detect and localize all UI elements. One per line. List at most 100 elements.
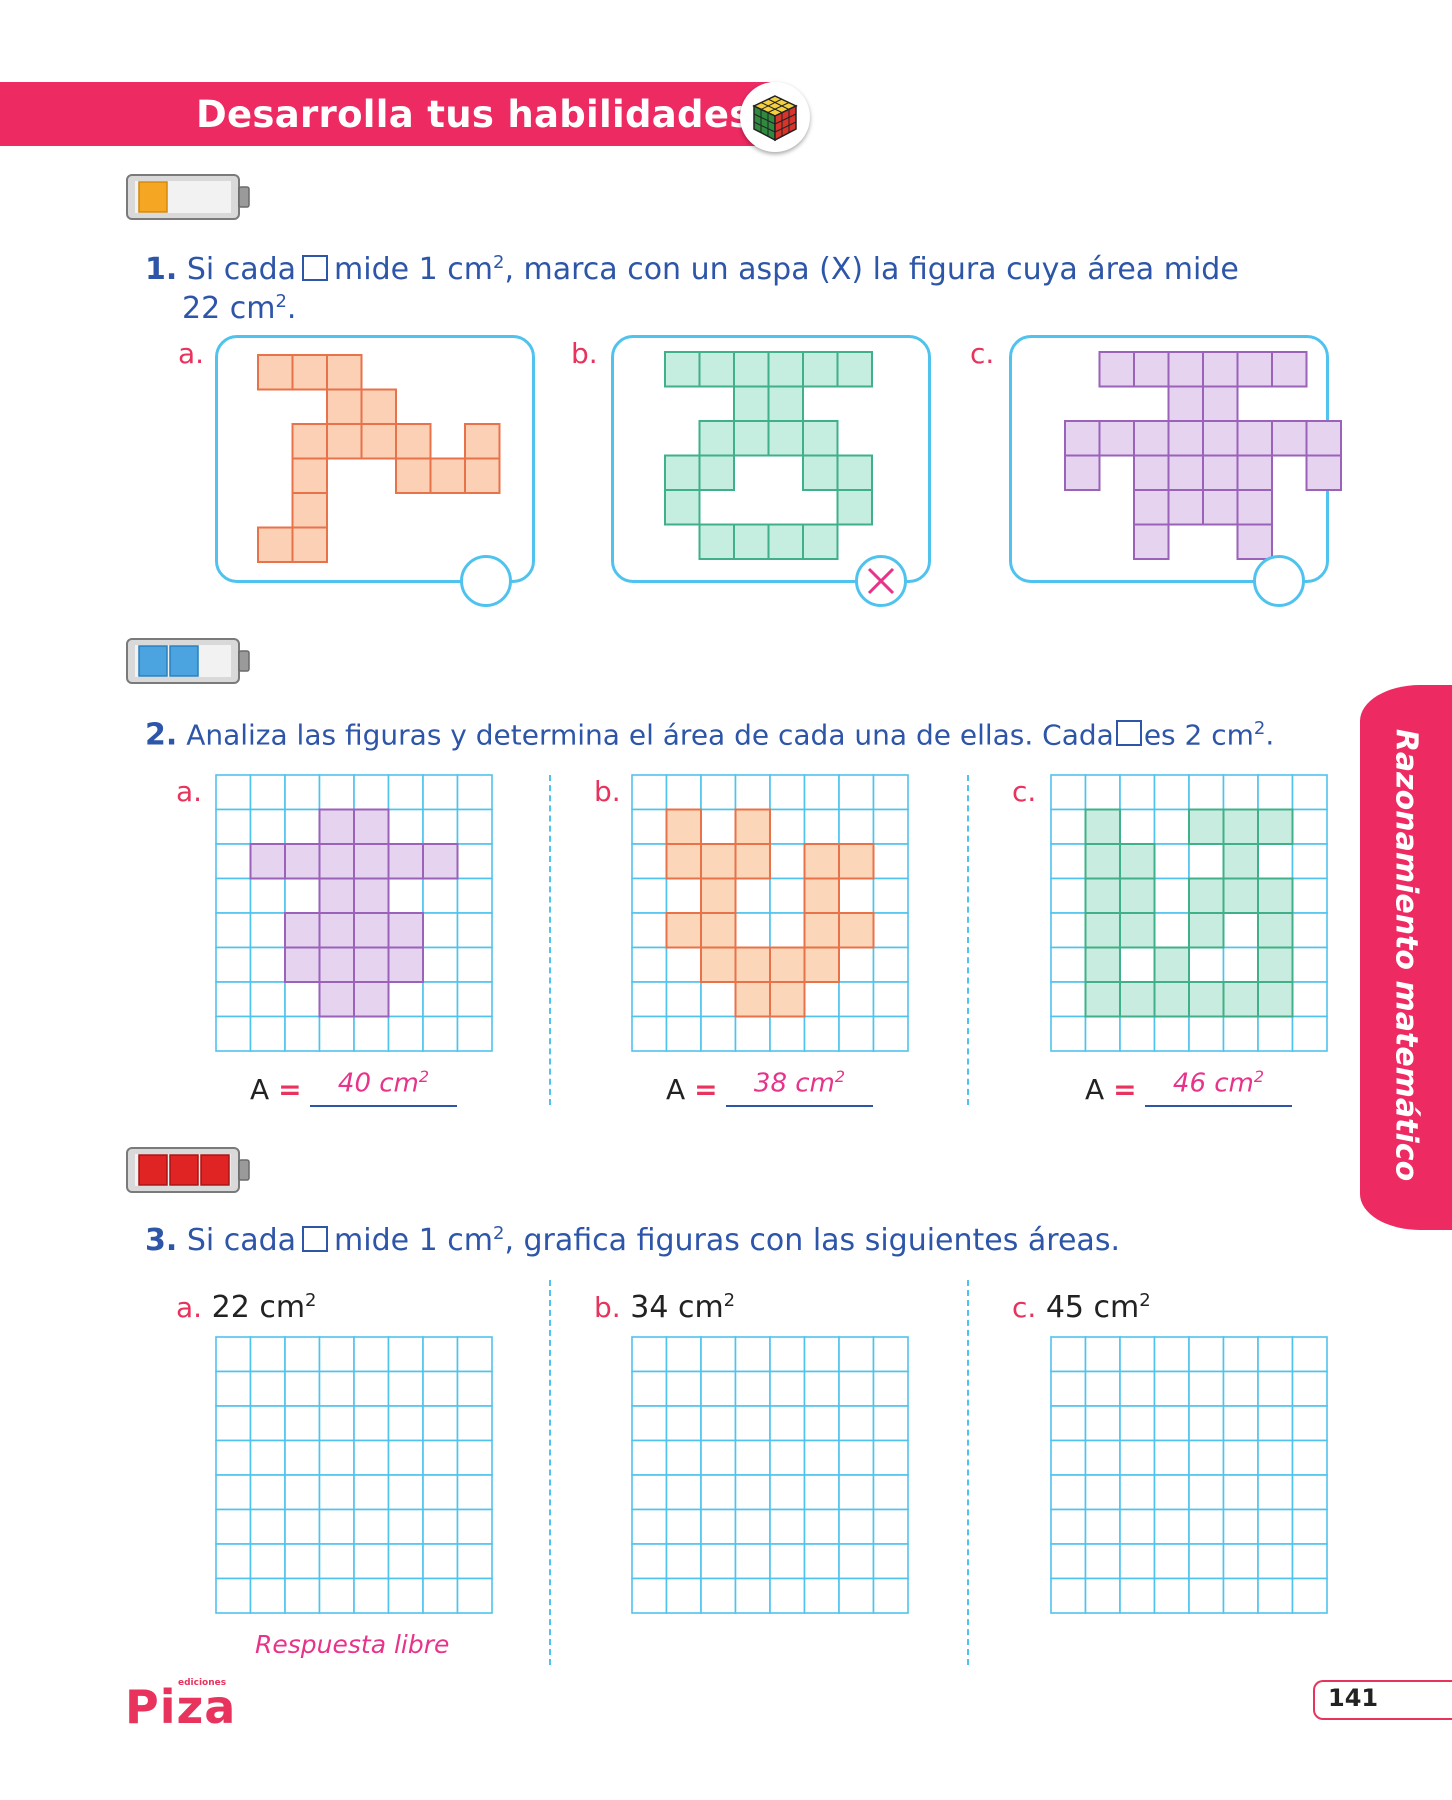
publisher-logo: Piza <box>125 1680 237 1734</box>
ex2-grid-b-cell <box>700 1015 737 1052</box>
ex3-grid-b-cell <box>631 1577 668 1614</box>
ex3-grid-c-cell <box>1257 1370 1294 1407</box>
ex3-grid-c-cell <box>1291 1474 1328 1511</box>
ex3-grid-a-cell <box>387 1508 424 1545</box>
ex2-grid-c-cell <box>1222 1015 1259 1052</box>
ex2-grid-a-cell <box>387 808 424 845</box>
ex2-grid-c-cell <box>1050 946 1087 983</box>
ex3-grid-c-cell <box>1222 1577 1259 1614</box>
ex2-grid-c-cell-filled <box>1119 981 1156 1018</box>
ex2-grid-b-cell-filled <box>734 946 771 983</box>
answer-b[interactable]: 38 cm2 <box>726 1067 873 1099</box>
ex2-grid-c-cell-filled <box>1153 981 1190 1018</box>
ex2-grid-c-cell-filled <box>1257 912 1294 949</box>
ex2-grid-b-cell <box>803 981 840 1018</box>
ex3-grid-b-cell <box>665 1577 702 1614</box>
ex2-grid-a-cell <box>422 912 459 949</box>
ex2-grid-b-cell-filled <box>700 912 737 949</box>
ex3-grid-b-cell <box>665 1543 702 1580</box>
ex3-grid-b-cell <box>700 1474 737 1511</box>
ex3-grid-b-cell <box>631 1336 668 1373</box>
ex2-grid-c-cell <box>1291 774 1328 811</box>
ex2-grid-a-cell <box>249 774 286 811</box>
ex2-grid-a-cell <box>249 981 286 1018</box>
ex2-grid-b-cell-filled <box>734 981 771 1018</box>
ex2-grid-b-cell <box>631 981 668 1018</box>
ex3-grid-b-cell <box>838 1543 875 1580</box>
ex3-grid-c-cell <box>1119 1543 1156 1580</box>
ex3-grid-b-cell <box>734 1543 771 1580</box>
answer-line-c <box>1145 1105 1292 1107</box>
ex3-grid-a-cell <box>353 1508 390 1545</box>
column-divider <box>549 1280 551 1665</box>
ex3-grid-b-cell <box>734 1577 771 1614</box>
ex3-grid-a-cell <box>249 1370 286 1407</box>
ex2-grid-a-cell <box>456 1015 493 1052</box>
ex2-grid-a-cell <box>249 877 286 914</box>
ex3-grid-a-cell <box>422 1439 459 1476</box>
ex2-grid-c-cell-filled <box>1084 808 1121 845</box>
ex2-grid-b-cell <box>769 877 806 914</box>
ex2-grid-b-cell <box>665 774 702 811</box>
ex3-grid-c-cell <box>1257 1508 1294 1545</box>
ex2-grid-b-cell <box>631 843 668 880</box>
ex2-grid-c-cell <box>1153 877 1190 914</box>
ex2-grid-a-cell-filled <box>422 843 459 880</box>
ex3-grid-a-cell <box>422 1405 459 1442</box>
ex2-grid-b-cell <box>769 1015 806 1052</box>
ex2-grid-a-cell-filled <box>284 946 321 983</box>
ex2-grid-b-cell-filled <box>700 877 737 914</box>
ex2-grid-a-cell <box>284 981 321 1018</box>
ex2-grid-a-cell <box>353 774 390 811</box>
ex3-grid-c-cell <box>1153 1474 1190 1511</box>
ex3-grid-b-cell <box>872 1577 909 1614</box>
ex2-grid-b-cell <box>872 981 909 1018</box>
ex3-grid-a-cell <box>249 1439 286 1476</box>
ex3-grid-a-cell <box>456 1336 493 1373</box>
ex3-grid-b-cell <box>769 1370 806 1407</box>
ex3-grid-a-cell <box>284 1508 321 1545</box>
ex3-grid-b-cell <box>838 1508 875 1545</box>
ex3-grid-c-cell <box>1291 1577 1328 1614</box>
ex2-grid-b-cell <box>769 843 806 880</box>
ex3-grid-c-cell <box>1153 1543 1190 1580</box>
ex2-grid-a-cell-filled <box>353 946 390 983</box>
ex3-grid-c-cell <box>1050 1508 1087 1545</box>
ex2-grid-a-cell <box>215 981 252 1018</box>
ex2-grid-b-cell <box>665 946 702 983</box>
ex3-grid-c-cell <box>1050 1405 1087 1442</box>
ex3-grid-a-cell <box>249 1543 286 1580</box>
ex3-item-b: b. 34 cm2 <box>594 1290 736 1325</box>
ex3-grid-c-cell <box>1222 1405 1259 1442</box>
ex2-grid-c-cell <box>1153 912 1190 949</box>
ex2-grid-b-cell <box>631 774 668 811</box>
ex2-grid-a-cell <box>318 774 355 811</box>
ex3-grid-a-cell <box>387 1336 424 1373</box>
ex2-grid-a-cell-filled <box>318 843 355 880</box>
ex3-grid-a-cell <box>456 1405 493 1442</box>
ex3-grid-b-cell <box>734 1508 771 1545</box>
difficulty-battery-icon-level3 <box>125 1145 250 1193</box>
answer-line-b <box>726 1105 873 1107</box>
ex2-grid-b-cell <box>665 981 702 1018</box>
ex3-grid-c-cell <box>1188 1543 1225 1580</box>
ex2-grid-a-cell <box>456 843 493 880</box>
ex2-grid-c-cell-filled <box>1257 808 1294 845</box>
ex2-grid-b-cell <box>838 808 875 845</box>
answer-c[interactable]: 46 cm2 <box>1145 1067 1292 1099</box>
ex2-grid-a-cell <box>284 808 321 845</box>
ex3-grid-c-cell <box>1257 1439 1294 1476</box>
ex2-grid-c-cell-filled <box>1257 877 1294 914</box>
ex3-grid-a-cell <box>284 1474 321 1511</box>
ex2-grid-c-cell-filled <box>1119 843 1156 880</box>
ex3-grid-b-cell <box>803 1508 840 1545</box>
ex2-grid-a-cell <box>284 774 321 811</box>
ex2-grid-a-cell-filled <box>387 843 424 880</box>
ex3-grid-a-cell <box>422 1508 459 1545</box>
ex3-grid-c-cell <box>1257 1577 1294 1614</box>
ex3-grid-a-cell <box>353 1474 390 1511</box>
ex2-grid-c-cell <box>1050 774 1087 811</box>
ex2-grid-a-cell-filled <box>318 981 355 1018</box>
ex2-grid-b-cell <box>838 981 875 1018</box>
answer-a[interactable]: 40 cm2 <box>310 1067 457 1099</box>
